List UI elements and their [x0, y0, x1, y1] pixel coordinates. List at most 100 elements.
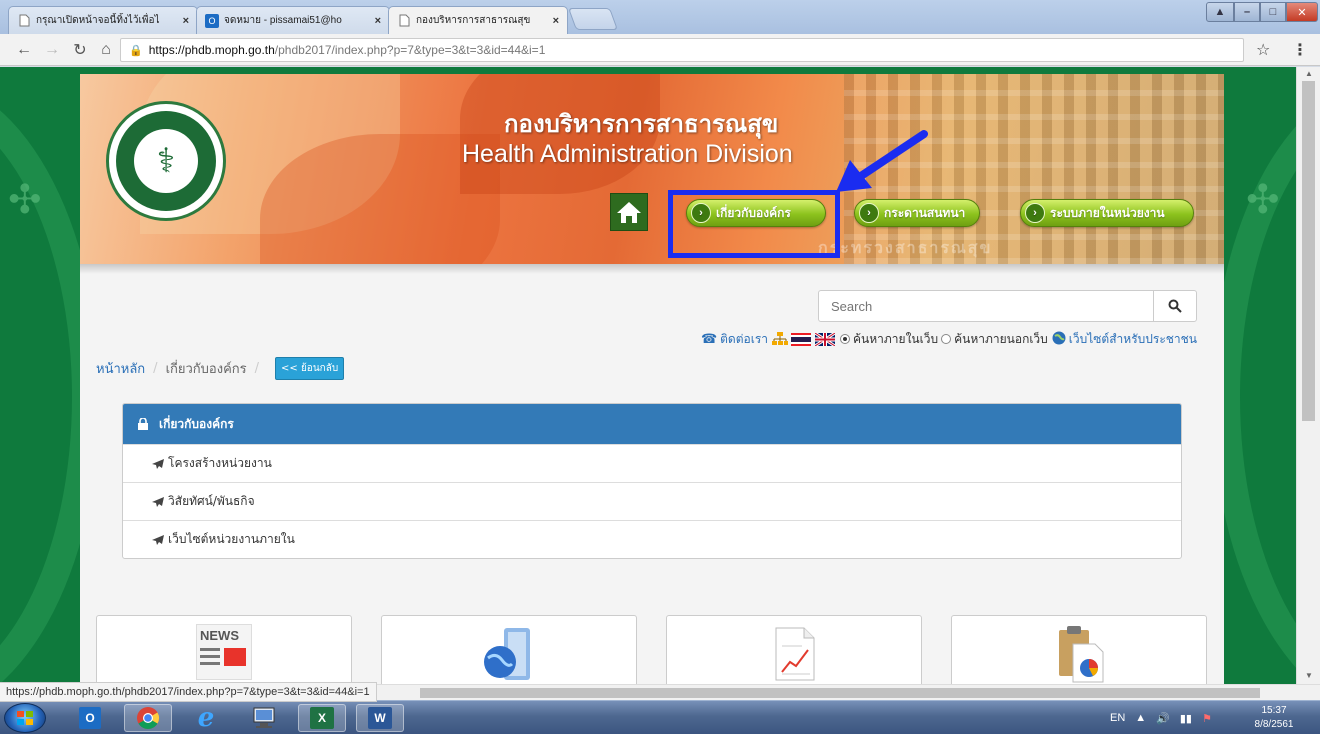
taskbar-clock[interactable]: 15:37 8/8/2561 [1244, 704, 1304, 732]
clock-date: 8/8/2561 [1254, 719, 1294, 730]
language-indicator[interactable]: EN [1110, 712, 1125, 724]
chevron-right-icon: › [859, 203, 879, 223]
nav-discussion-board[interactable]: › กระดานสนทนา [854, 199, 980, 227]
excel-icon: X [310, 707, 334, 729]
nav-label: กระดานสนทนา [884, 205, 966, 220]
breadcrumb-separator: / [254, 361, 260, 376]
taskbar-outlook[interactable]: O [66, 704, 114, 732]
house-icon [617, 202, 641, 223]
maximize-button[interactable]: □ [1260, 2, 1286, 22]
start-button[interactable] [4, 703, 46, 733]
taskbar-chrome[interactable] [124, 704, 172, 732]
contact-link[interactable]: ติดต่อเรา [720, 330, 768, 349]
uk-flag-icon[interactable] [814, 331, 836, 347]
address-bar[interactable]: 🔒 https://phdb.moph.go.th/phdb2017/index… [120, 38, 1244, 62]
scrollbar-thumb[interactable] [1302, 81, 1315, 421]
page-viewport: ✣ ✣ ⚕ กองบริหารการสาธารณสุข Health Admin… [0, 67, 1296, 700]
taskbar-word[interactable]: W [356, 704, 404, 732]
user-icon[interactable]: ▲ [1206, 2, 1234, 22]
panel-header: เกี่ยวกับองค์กร [123, 404, 1181, 444]
banner-watermark: กระทรวงสาธารณสุข [818, 240, 993, 257]
lock-icon [138, 418, 148, 430]
tab-title: จดหมาย - pissamai51@ho [224, 15, 342, 26]
browser-menu-icon[interactable]: ⋮ [1292, 40, 1308, 60]
search-external-radio[interactable] [941, 334, 952, 344]
phone-icon: ☎ [700, 331, 718, 347]
globe-icon [484, 628, 530, 680]
annotation-highlight-box [668, 190, 840, 258]
close-icon[interactable]: × [375, 15, 381, 27]
header-banner: ⚕ กองบริหารการสาธารณสุข Health Administr… [80, 74, 1224, 264]
action-center-flag-icon[interactable]: ⚑ [1202, 712, 1212, 725]
windows-logo-icon [17, 711, 33, 725]
forward-arrow-icon[interactable]: → [42, 40, 62, 60]
reload-icon[interactable]: ↻ [70, 40, 90, 60]
home-button[interactable] [610, 193, 648, 231]
url-path: /phdb2017/index.php?p=7&type=3&t=3&id=44… [274, 43, 546, 57]
search-input[interactable] [818, 290, 1154, 322]
taskbar-internet-explorer[interactable]: e [182, 703, 230, 733]
network-signal-icon[interactable]: ▮▮ [1180, 712, 1192, 725]
close-icon[interactable]: × [553, 15, 559, 27]
panel-item-label: วิสัยทัศน์/พันธกิจ [168, 494, 255, 508]
home-icon[interactable]: ⌂ [96, 40, 116, 60]
scrollbar-thumb[interactable] [420, 688, 1260, 698]
back-arrow-icon[interactable]: ← [14, 40, 34, 60]
secure-lock-icon: 🔒 [129, 44, 143, 57]
bookmark-star-icon[interactable]: ☆ [1256, 40, 1270, 60]
sitemap-icon[interactable] [771, 331, 789, 347]
public-site-link[interactable]: เว็บไซต์สำหรับประชาชน [1069, 330, 1197, 349]
browser-tab-active[interactable]: กองบริหารการสาธารณสุข × [388, 6, 568, 34]
browser-toolbar: ← → ↻ ⌂ 🔒 https://phdb.moph.go.th/phdb20… [0, 34, 1320, 66]
show-hidden-icons-icon[interactable]: ▲ [1135, 712, 1146, 724]
breadcrumb-separator: / [153, 361, 158, 376]
vertical-scrollbar[interactable]: ▲ ▼ [1296, 67, 1320, 684]
panel-item-label: เว็บไซต์หน่วยงานภายใน [168, 532, 295, 546]
panel-item-structure[interactable]: โครงสร้างหน่วยงาน [123, 444, 1181, 482]
minimize-button[interactable]: – [1234, 2, 1260, 22]
ministry-logo: ⚕ [106, 101, 226, 221]
windows-taskbar: O e X W EN ▲ 🔊 ▮▮ ⚑ 15:37 8/8/2561 [0, 700, 1320, 734]
internet-explorer-icon: e [197, 703, 215, 733]
nav-label: ระบบภายในหน่วยงาน [1050, 205, 1165, 220]
search-options-row: ☎ ติดต่อเรา ค้นหาภายในเว็บ ค้นหาภายนอกเว… [644, 330, 1200, 348]
outlook-icon: O [205, 13, 219, 28]
browser-tab[interactable]: กรุณาเปิดหน้าจอนี้ทิ้งไว้เพื่อไ × [8, 6, 198, 34]
computer-icon [253, 707, 275, 728]
page-icon [17, 14, 31, 28]
caduceus-icon: ⚕ [134, 129, 198, 193]
panel-item-vision-mission[interactable]: วิสัยทัศน์/พันธกิจ [123, 482, 1181, 520]
window-close-button[interactable]: ✕ [1286, 2, 1318, 22]
volume-icon[interactable]: 🔊 [1156, 712, 1170, 725]
tab-title: กองบริหารการสาธารณสุข [416, 15, 531, 26]
chevron-right-icon: › [1025, 203, 1045, 223]
panel-item-label: โครงสร้างหน่วยงาน [168, 456, 272, 470]
close-icon[interactable]: × [183, 15, 189, 27]
search-internal-radio[interactable] [840, 334, 851, 344]
back-button[interactable]: << ย้อนกลับ [275, 357, 345, 380]
breadcrumb-current: เกี่ยวกับองค์กร [165, 362, 247, 377]
site-title-en: Health Administration Division [462, 140, 793, 168]
new-tab-button[interactable] [567, 8, 619, 30]
background-seal-mark: ✣ [8, 178, 42, 222]
link-status-bar: https://phdb.moph.go.th/phdb2017/index.p… [0, 682, 377, 702]
system-tray: EN ▲ 🔊 ▮▮ ⚑ [1110, 701, 1212, 734]
browser-tabstrip: กรุณาเปิดหน้าจอนี้ทิ้งไว้เพื่อไ × O จดหม… [0, 0, 1320, 34]
page-icon [397, 14, 411, 28]
news-icon: NEWS [192, 624, 256, 684]
thai-flag-icon[interactable] [791, 332, 812, 346]
nav-internal-system[interactable]: › ระบบภายในหน่วยงาน [1020, 199, 1194, 227]
scroll-up-icon[interactable]: ▲ [1297, 69, 1320, 78]
paper-plane-icon [152, 458, 164, 469]
taskbar-computer[interactable] [240, 704, 288, 732]
search-button[interactable] [1153, 290, 1197, 322]
url-host: https://phdb.moph.go.th [148, 43, 275, 57]
panel-item-internal-websites[interactable]: เว็บไซต์หน่วยงานภายใน [123, 520, 1181, 558]
scroll-down-icon[interactable]: ▼ [1297, 671, 1320, 680]
browser-tab[interactable]: O จดหมาย - pissamai51@ho × [196, 6, 390, 34]
breadcrumb-home[interactable]: หน้าหลัก [96, 358, 145, 379]
word-icon: W [368, 707, 392, 729]
search-icon [1168, 299, 1182, 313]
taskbar-excel[interactable]: X [298, 704, 346, 732]
background-seal-mark: ✣ [1246, 178, 1280, 222]
